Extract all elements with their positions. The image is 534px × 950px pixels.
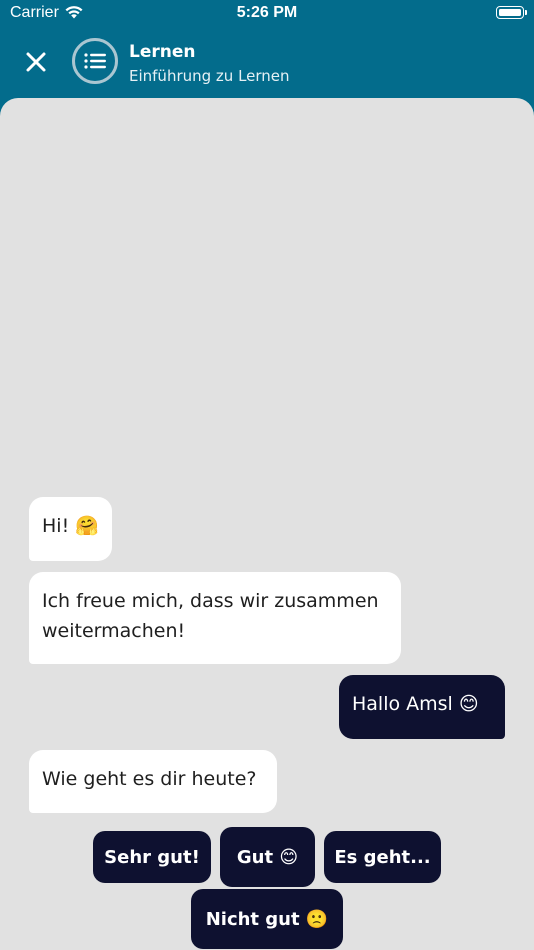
quick-reply-button[interactable]: Es geht... [324, 831, 441, 883]
list-icon [84, 53, 106, 69]
status-bar: Carrier 5:26 PM [0, 0, 534, 28]
quick-reply-button[interactable]: Gut 😊 [220, 827, 315, 887]
bot-message: Ich freue mich, dass wir zusammen weiter… [29, 572, 401, 664]
chat-area[interactable]: Hi! 🤗 Ich freue mich, dass wir zusammen … [0, 98, 534, 950]
close-icon [26, 52, 46, 72]
user-message: Hallo Amsl 😊 [339, 675, 505, 739]
page-title: Lernen [129, 42, 196, 62]
header: Lernen Einführung zu Lernen [0, 28, 534, 100]
close-button[interactable] [20, 46, 52, 78]
page-subtitle: Einführung zu Lernen [129, 67, 290, 85]
bot-message: Hi! 🤗 [29, 497, 112, 561]
lesson-list-button[interactable] [72, 38, 118, 84]
battery-icon [496, 6, 527, 19]
quick-reply-button[interactable]: Sehr gut! [93, 831, 211, 883]
clock: 5:26 PM [236, 4, 298, 21]
quick-reply-button[interactable]: Nicht gut 🙁 [191, 889, 343, 949]
bot-message: Wie geht es dir heute? [29, 750, 277, 813]
